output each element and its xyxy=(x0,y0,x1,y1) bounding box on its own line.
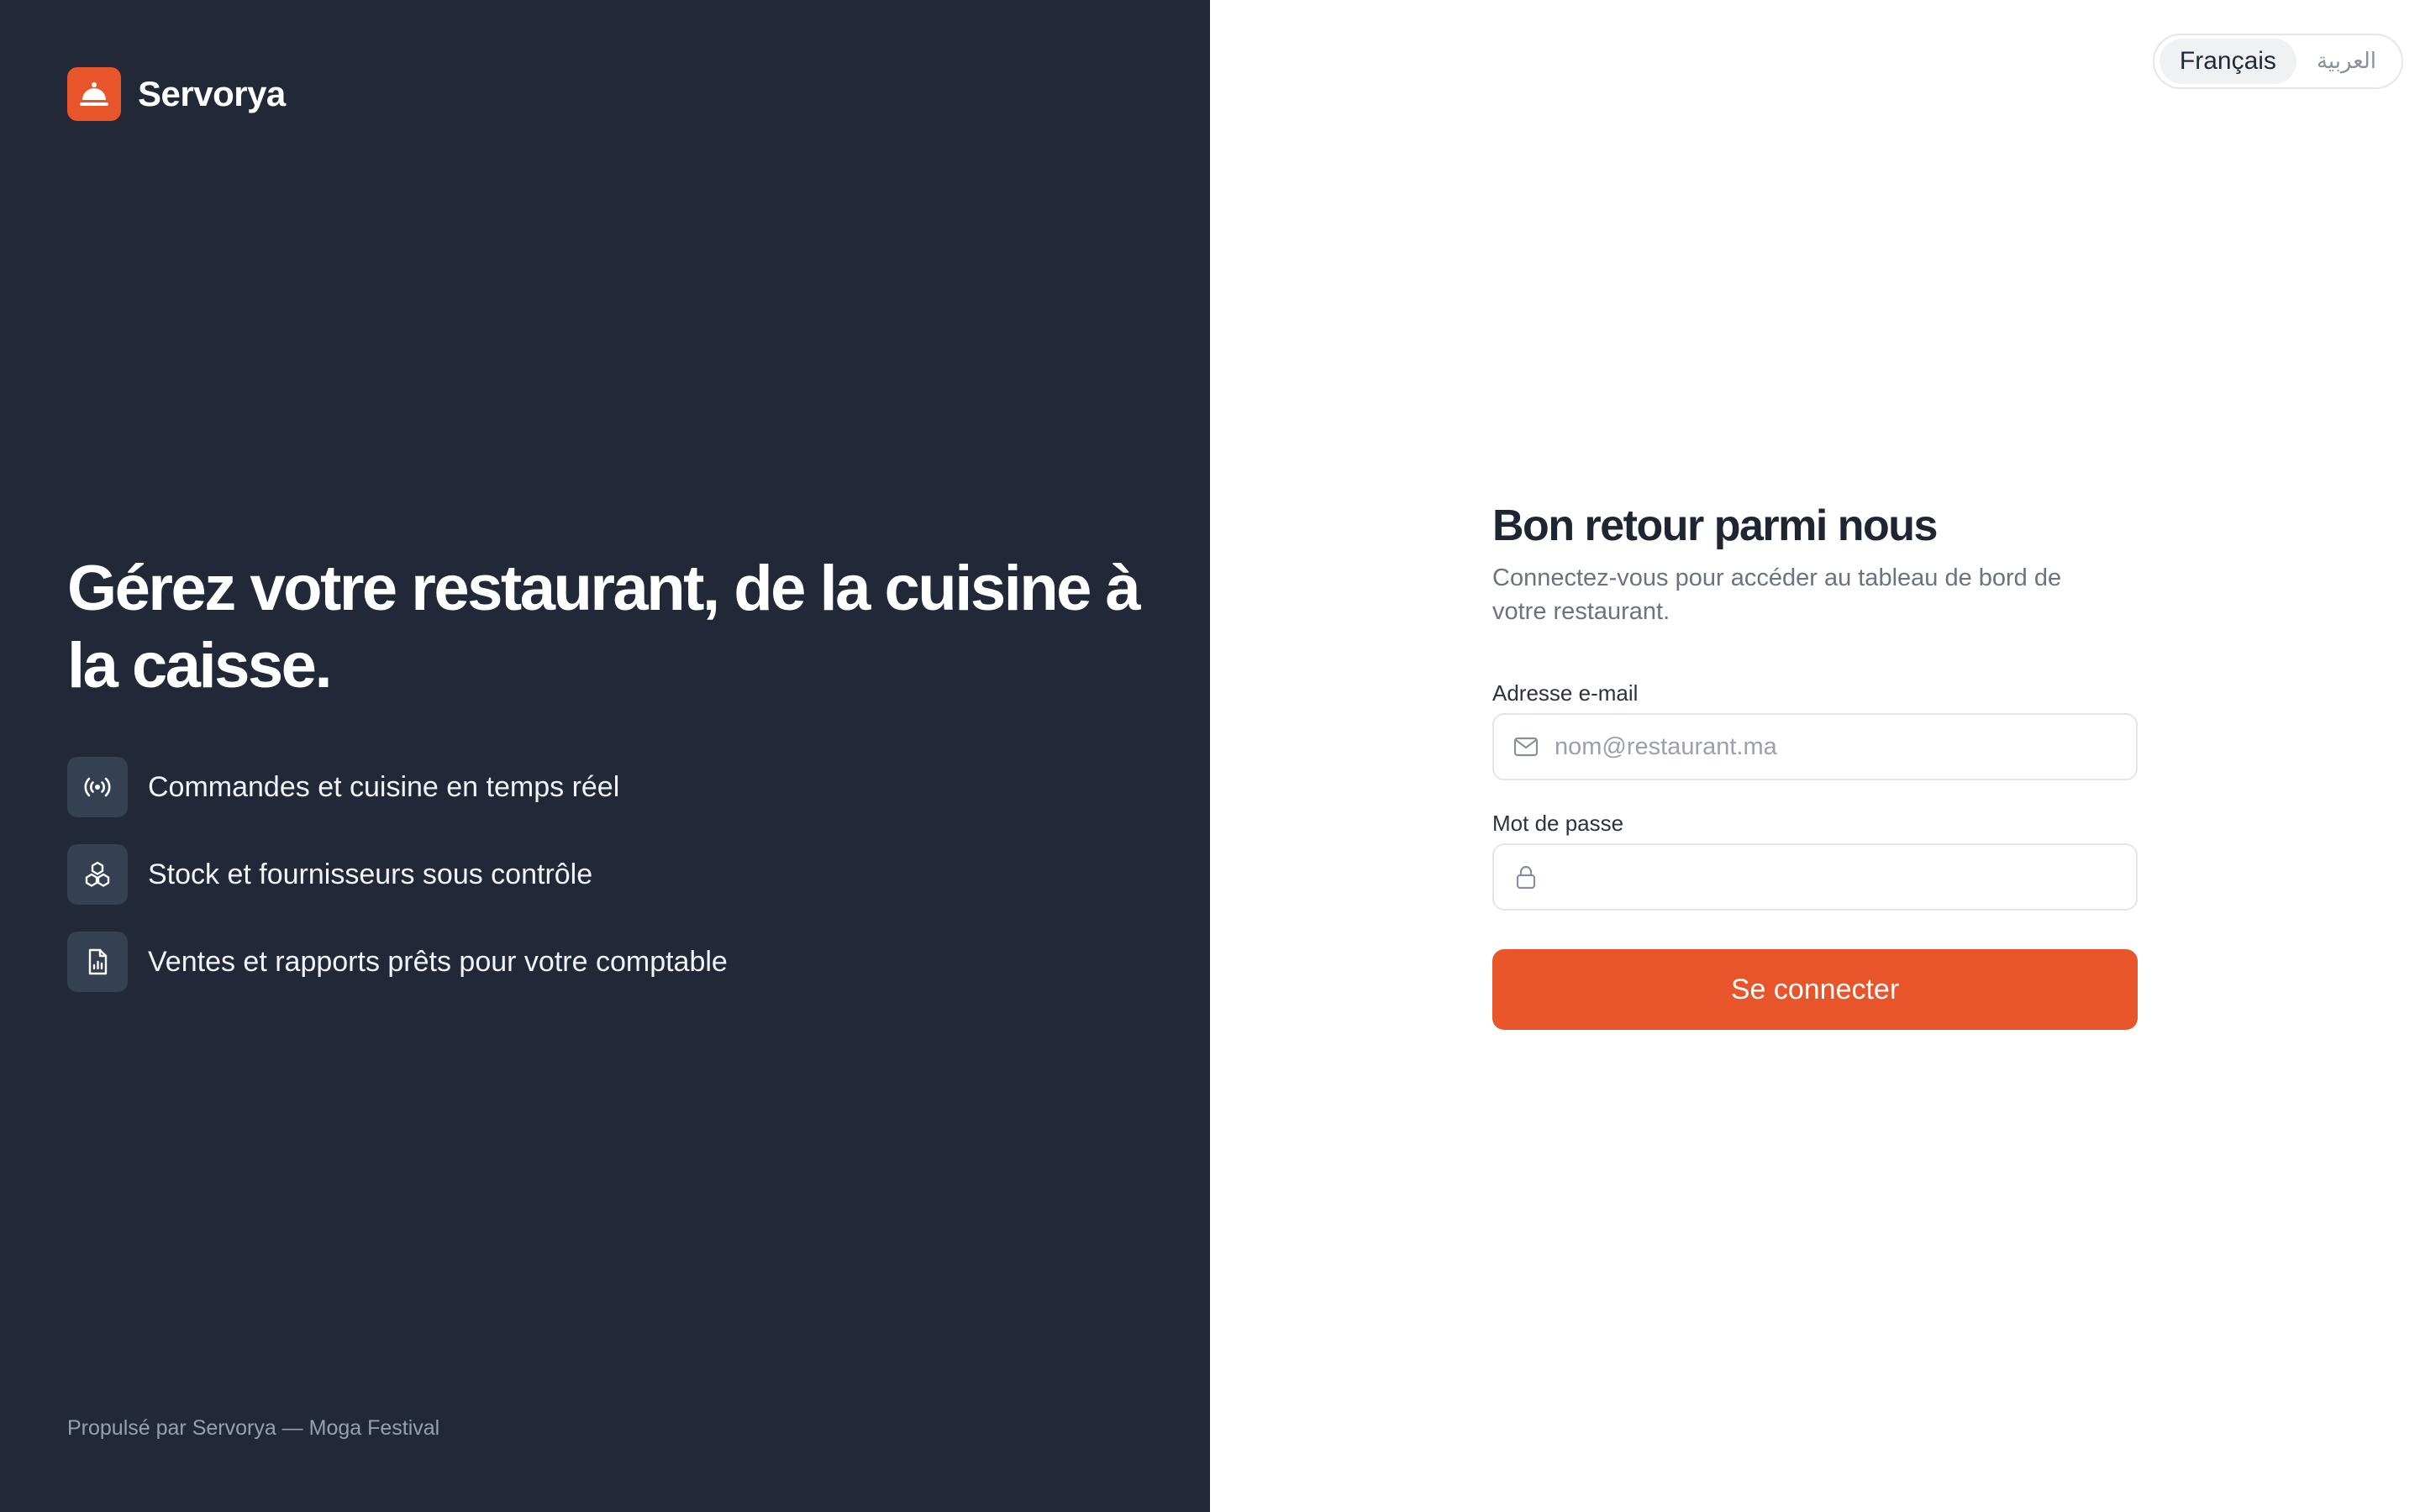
footer-credit: Propulsé par Servorya — Moga Festival xyxy=(67,1416,440,1440)
email-field xyxy=(1492,713,2138,780)
feature-list: Commandes et cuisine en temps réel Stock… xyxy=(67,757,1143,992)
hero: Gérez votre restaurant, de la cuisine à … xyxy=(67,550,1143,1019)
login-panel: Français العربية Bon retour parmi nous C… xyxy=(1210,0,2420,1512)
feature-label: Commandes et cuisine en temps réel xyxy=(148,770,620,803)
hero-headline: Gérez votre restaurant, de la cuisine à … xyxy=(67,553,1141,701)
broadcast-icon xyxy=(67,757,128,817)
login-button[interactable]: Se connecter xyxy=(1492,949,2138,1030)
stack-boxes-icon xyxy=(67,844,128,905)
feature-item: Commandes et cuisine en temps réel xyxy=(67,757,1143,817)
brand-panel: Servorya Gérez votre restaurant, de la c… xyxy=(0,0,1210,1512)
language-option-french[interactable]: Français xyxy=(2159,39,2296,84)
login-form: Bon retour parmi nous Connectez-vous pou… xyxy=(1492,501,2138,1030)
password-field xyxy=(1492,843,2138,911)
login-title: Bon retour parmi nous xyxy=(1492,501,1938,550)
lock-icon xyxy=(1516,865,1536,890)
login-subtitle: Connectez-vous pour accéder au tableau d… xyxy=(1492,564,2062,625)
brand-name: Servorya xyxy=(138,74,286,113)
language-switcher: Français العربية xyxy=(2152,34,2403,89)
feature-item: Stock et fournisseurs sous contrôle xyxy=(67,844,1143,905)
language-option-arabic[interactable]: العربية xyxy=(2296,39,2396,84)
feature-item: Ventes et rapports prêts pour votre comp… xyxy=(67,932,1143,992)
service-bell-icon xyxy=(67,67,121,121)
report-file-icon xyxy=(67,932,128,992)
feature-label: Ventes et rapports prêts pour votre comp… xyxy=(148,945,728,978)
password-label: Mot de passe xyxy=(1492,811,1624,836)
brand: Servorya xyxy=(67,67,286,121)
login-page: Servorya Gérez votre restaurant, de la c… xyxy=(0,0,2420,1512)
email-input[interactable] xyxy=(1494,715,2136,779)
feature-label: Stock et fournisseurs sous contrôle xyxy=(148,858,593,890)
mail-icon xyxy=(1513,737,1539,757)
password-input[interactable] xyxy=(1494,845,2136,909)
email-label: Adresse e-mail xyxy=(1492,680,1639,706)
